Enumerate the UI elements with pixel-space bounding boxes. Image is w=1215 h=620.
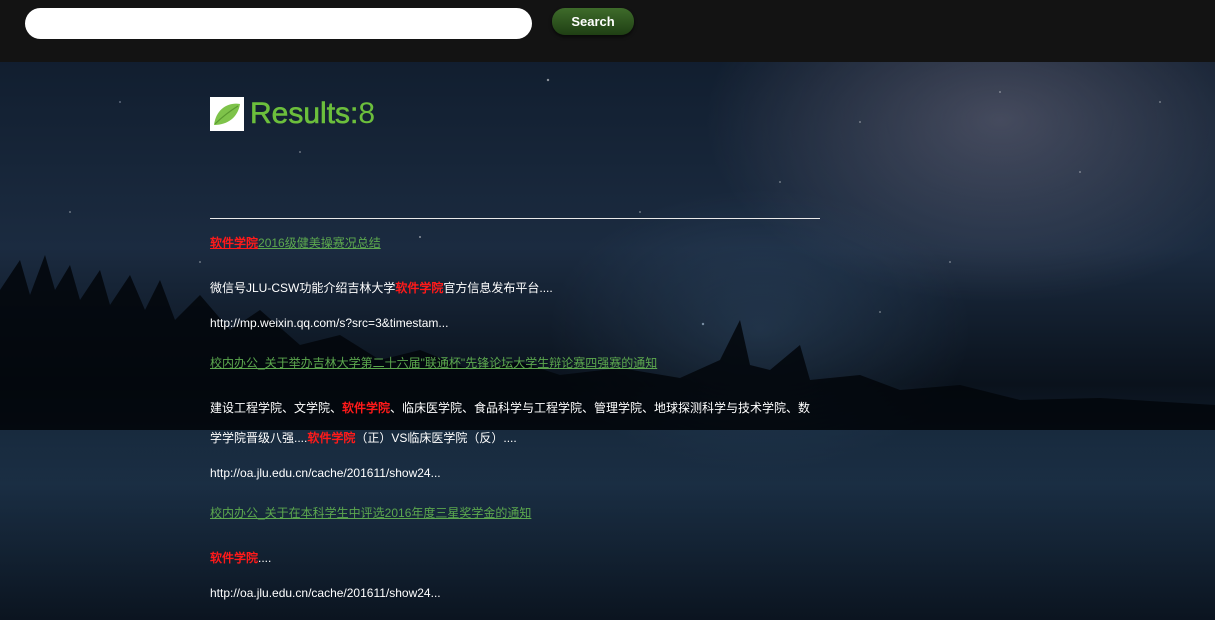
results-list: 软件学院2016级健美操赛况总结 微信号JLU-CSW功能介绍吉林大学软件学院官…: [210, 233, 822, 620]
result-title-link[interactable]: 软件学院2016级健美操赛况总结: [210, 233, 822, 253]
results-count: 8: [358, 97, 376, 130]
result-title-link[interactable]: 校内办公_关于在本科学生中评选2016年度三星奖学金的通知: [210, 503, 822, 523]
keyword-highlight: 软件学院: [210, 236, 259, 250]
result-snippet: 软件学院....: [210, 543, 822, 573]
snippet-text: 建设工程学院、文学院、: [210, 401, 343, 415]
search-input[interactable]: [25, 8, 532, 39]
snippet-text: （正）VS临床医学院（反）....: [355, 431, 517, 445]
keyword-highlight: 软件学院: [342, 401, 391, 415]
snippet-text: ....: [258, 551, 272, 565]
result-url: http://oa.jlu.edu.cn/cache/201611/show24…: [210, 586, 441, 600]
result-url: http://mp.weixin.qq.com/s?src=3&timestam…: [210, 316, 449, 330]
result-url: http://oa.jlu.edu.cn/cache/201611/show24…: [210, 466, 441, 480]
keyword-highlight: 软件学院: [307, 431, 356, 445]
leaf-icon: [210, 97, 244, 131]
keyword-highlight: 软件学院: [210, 551, 259, 565]
top-bar: Search: [0, 0, 1215, 62]
result-title-text: 2016级健美操赛况总结: [258, 236, 381, 250]
results-header: Results: 8: [210, 94, 375, 134]
result-title-link[interactable]: 校内办公_关于举办吉林大学第二十六届"联通杯"先锋论坛大学生辩论赛四强赛的通知: [210, 353, 822, 373]
keyword-highlight: 软件学院: [395, 281, 444, 295]
result-snippet: 微信号JLU-CSW功能介绍吉林大学软件学院官方信息发布平台....: [210, 273, 822, 303]
snippet-text: 官方信息发布平台....: [443, 281, 553, 295]
search-button[interactable]: Search: [552, 8, 634, 35]
divider: [210, 218, 820, 219]
results-label: Results:: [250, 97, 359, 131]
snippet-text: 微信号JLU-CSW功能介绍吉林大学: [210, 281, 396, 295]
result-snippet: 建设工程学院、文学院、软件学院、临床医学院、食品科学与工程学院、管理学院、地球探…: [210, 393, 822, 453]
